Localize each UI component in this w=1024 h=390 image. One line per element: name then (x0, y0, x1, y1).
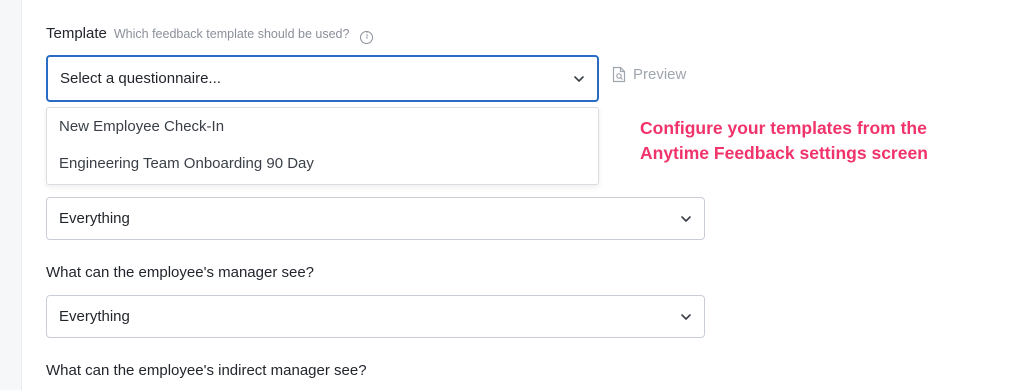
template-hint: Which feedback template should be used? (113, 27, 350, 41)
preview-button[interactable]: Preview (612, 66, 686, 83)
info-icon[interactable]: i (360, 30, 374, 44)
annotation-line-1: Configure your templates from the (640, 118, 927, 138)
chevron-down-icon (681, 313, 691, 320)
chevron-down-icon (681, 215, 691, 222)
visibility-select-1-value: Everything (59, 210, 130, 227)
annotation-callout: Configure your templates from the Anytim… (640, 116, 1000, 166)
visibility-select-1[interactable]: Everything (46, 197, 705, 240)
left-rail (0, 0, 22, 390)
template-label: Template (46, 25, 107, 42)
manager-select-value: Everything (59, 308, 130, 325)
dropdown-option[interactable]: Engineering Team Onboarding 90 Day (47, 145, 598, 182)
document-search-icon (612, 66, 626, 83)
annotation-line-2: Anytime Feedback settings screen (640, 143, 928, 163)
chevron-down-icon (574, 75, 584, 82)
template-select[interactable]: Select a questionnaire... (46, 55, 599, 102)
template-dropdown-menu: New Employee Check-In Engineering Team O… (46, 107, 599, 185)
manager-question: What can the employee's manager see? (46, 264, 315, 281)
indirect-manager-question: What can the employee's indirect manager… (46, 362, 367, 379)
template-select-value: Select a questionnaire... (60, 70, 221, 87)
dropdown-option[interactable]: New Employee Check-In (47, 108, 598, 145)
manager-visibility-select[interactable]: Everything (46, 295, 705, 338)
preview-label: Preview (633, 66, 687, 83)
template-label-row: Template Which feedback template should … (46, 25, 374, 44)
